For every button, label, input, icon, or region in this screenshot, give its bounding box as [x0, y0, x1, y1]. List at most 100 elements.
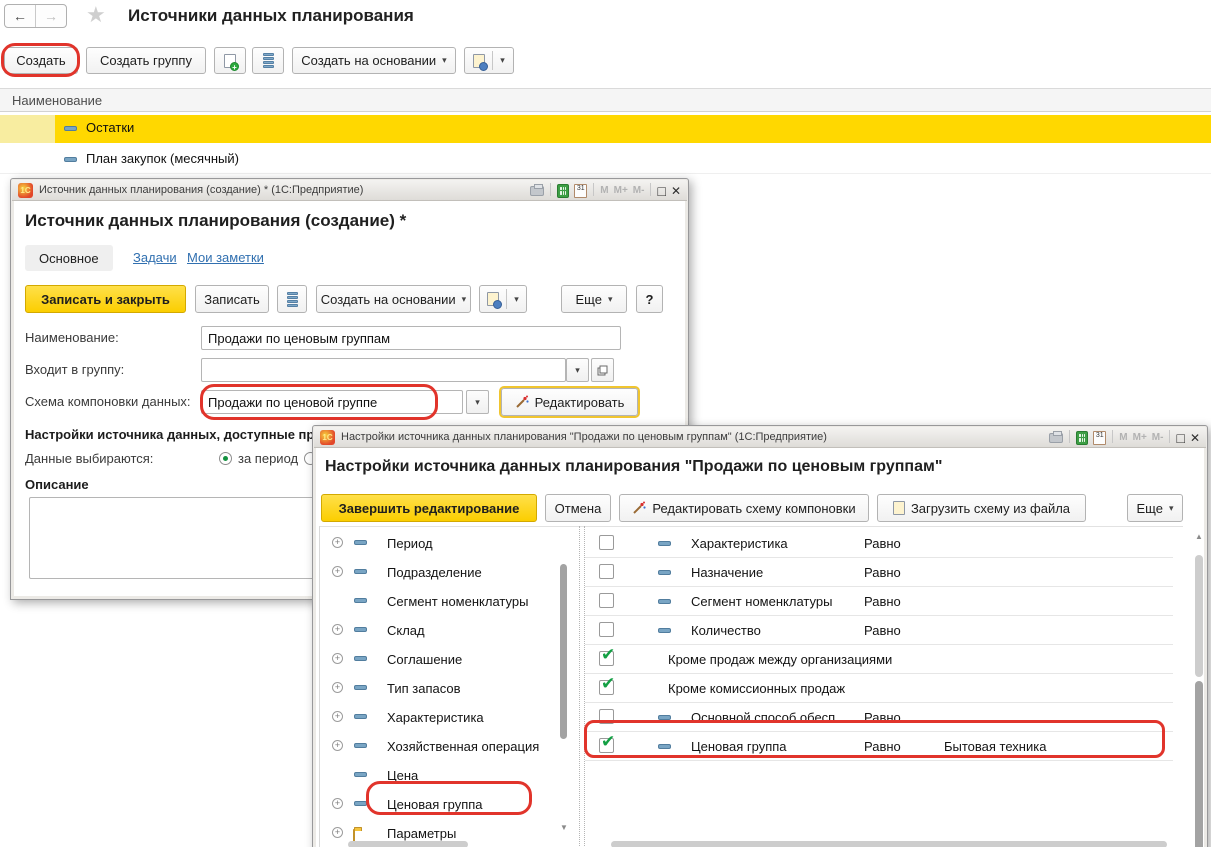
- tab-main[interactable]: Основное: [25, 245, 113, 271]
- filter-row[interactable]: ✔ Кроме комиссионных продаж: [585, 674, 1173, 703]
- filters-horizontal-scrollbar[interactable]: [611, 841, 1167, 847]
- tree-item[interactable]: + Соглашение: [320, 645, 560, 674]
- save-label: Записать: [204, 292, 260, 307]
- group-input[interactable]: [201, 358, 566, 382]
- tree-item[interactable]: Сегмент номенклатуры: [320, 587, 560, 616]
- tree-item[interactable]: + Период: [320, 529, 560, 558]
- tree-item-label: Соглашение: [387, 652, 462, 667]
- list-settings-button[interactable]: [277, 285, 307, 313]
- more-button[interactable]: Еще ▾: [561, 285, 627, 313]
- print-icon[interactable]: [530, 186, 544, 196]
- expand-icon[interactable]: +: [332, 566, 343, 577]
- report-history-button[interactable]: ▾: [464, 47, 514, 74]
- expand-icon[interactable]: +: [332, 682, 343, 693]
- tree-item[interactable]: + Хозяйственная операция: [320, 732, 560, 761]
- check-icon: ✔: [601, 645, 615, 665]
- memory-m-button[interactable]: M: [600, 185, 608, 196]
- create-window-titlebar[interactable]: 1С Источник данных планирования (создани…: [12, 180, 687, 201]
- row-icon-cell: [0, 115, 55, 143]
- radio-for-period[interactable]: [219, 452, 232, 465]
- filter-row[interactable]: Назначение Равно: [585, 558, 1173, 587]
- calendar-icon[interactable]: 31: [1093, 431, 1106, 445]
- open-form-icon: [597, 365, 608, 376]
- tree-horizontal-scrollbar[interactable]: [348, 841, 468, 847]
- create-based-on-button[interactable]: Создать на основании ▾: [316, 285, 471, 313]
- list-settings-button[interactable]: [252, 47, 284, 74]
- scrollbar-track-segment[interactable]: [1195, 555, 1203, 677]
- calendar-icon[interactable]: 31: [574, 184, 587, 198]
- calculator-icon[interactable]: [1076, 431, 1088, 445]
- create-based-on-button[interactable]: Создать на основании ▾: [292, 47, 456, 74]
- checkbox-unchecked[interactable]: [599, 535, 614, 550]
- scroll-up-icon[interactable]: ▲: [1195, 533, 1203, 541]
- tree-item[interactable]: + Тип запасов: [320, 674, 560, 703]
- filter-row[interactable]: Сегмент номенклатуры Равно: [585, 587, 1173, 616]
- memory-mminus-button[interactable]: M-: [1152, 432, 1164, 443]
- settings-window-titlebar[interactable]: 1С Настройки источника данных планирован…: [314, 427, 1206, 448]
- checkbox-unchecked[interactable]: [599, 564, 614, 579]
- finish-editing-button[interactable]: Завершить редактирование: [321, 494, 537, 522]
- expand-icon[interactable]: +: [332, 740, 343, 751]
- print-icon[interactable]: [1049, 433, 1063, 443]
- tree-item[interactable]: + Характеристика: [320, 703, 560, 732]
- more-button[interactable]: Еще ▾: [1127, 494, 1183, 522]
- expand-icon[interactable]: +: [332, 798, 343, 809]
- save-button[interactable]: Записать: [195, 285, 269, 313]
- calculator-icon[interactable]: [557, 184, 569, 198]
- memory-mplus-button[interactable]: M+: [1133, 432, 1147, 443]
- expand-icon[interactable]: +: [332, 624, 343, 635]
- group-dropdown-button[interactable]: ▾: [566, 358, 589, 382]
- screen: ← → ★ Источники данных планирования Созд…: [0, 0, 1211, 847]
- tree-item[interactable]: + Склад: [320, 616, 560, 645]
- magic-wand-icon: [632, 501, 646, 515]
- tab-my-notes[interactable]: Мои заметки: [187, 250, 264, 265]
- expand-icon[interactable]: +: [332, 537, 343, 548]
- scroll-down-icon[interactable]: ▼: [560, 824, 568, 832]
- checkbox-checked[interactable]: ✔: [599, 651, 614, 666]
- filter-row[interactable]: ✔ Кроме продаж между организациями: [585, 645, 1173, 674]
- back-button[interactable]: ←: [5, 5, 36, 27]
- scrollbar-thumb[interactable]: [1195, 681, 1203, 847]
- edit-composition-schema-button[interactable]: Редактировать схему компоновки: [619, 494, 869, 522]
- save-and-close-button[interactable]: Записать и закрыть: [25, 285, 186, 313]
- expand-icon[interactable]: +: [332, 827, 343, 838]
- tree-item[interactable]: + Подразделение: [320, 558, 560, 587]
- divider: [650, 183, 651, 196]
- name-input[interactable]: Продажи по ценовым группам: [201, 326, 621, 350]
- filter-row[interactable]: Количество Равно: [585, 616, 1173, 645]
- edit-schema-button[interactable]: Редактировать: [501, 388, 638, 416]
- memory-m-button[interactable]: M: [1119, 432, 1127, 443]
- memory-mminus-button[interactable]: M-: [633, 185, 645, 196]
- checkbox-unchecked[interactable]: [599, 622, 614, 637]
- expand-icon[interactable]: +: [332, 711, 343, 722]
- maximize-icon[interactable]: □: [657, 184, 665, 198]
- create-group-button[interactable]: Создать группу: [86, 47, 206, 74]
- more-label: Еще: [576, 292, 602, 307]
- copy-item-button[interactable]: +: [214, 47, 246, 74]
- favorite-star-icon[interactable]: ★: [86, 2, 106, 28]
- filters-vertical-scrollbar[interactable]: ▲: [1193, 529, 1205, 847]
- expand-icon[interactable]: +: [332, 653, 343, 664]
- tab-tasks[interactable]: Задачи: [133, 250, 177, 265]
- group-choose-button[interactable]: [591, 358, 614, 382]
- memory-mplus-button[interactable]: M+: [614, 185, 628, 196]
- tab-main-label: Основное: [39, 251, 99, 266]
- column-header-name[interactable]: Наименование: [12, 93, 102, 108]
- report-history-button[interactable]: ▾: [479, 285, 527, 313]
- checkbox-unchecked[interactable]: [599, 593, 614, 608]
- schema-dropdown-button[interactable]: ▾: [466, 390, 489, 414]
- window-title: Источник данных планирования (создание) …: [39, 184, 363, 196]
- list-row-selected[interactable]: Остатки: [0, 115, 1211, 143]
- help-button[interactable]: ?: [636, 285, 663, 313]
- forward-button[interactable]: →: [36, 5, 66, 27]
- tree-vertical-scrollbar[interactable]: ▼: [558, 526, 569, 847]
- list-row[interactable]: План закупок (месячный): [0, 146, 1211, 174]
- filter-row[interactable]: Характеристика Равно: [585, 529, 1173, 558]
- cancel-button[interactable]: Отмена: [545, 494, 611, 522]
- scrollbar-thumb[interactable]: [560, 564, 567, 739]
- load-schema-from-file-button[interactable]: Загрузить схему из файла: [877, 494, 1086, 522]
- close-icon[interactable]: ✕: [1190, 432, 1200, 444]
- checkbox-checked[interactable]: ✔: [599, 680, 614, 695]
- maximize-icon[interactable]: □: [1176, 431, 1184, 445]
- close-icon[interactable]: ✕: [671, 185, 681, 197]
